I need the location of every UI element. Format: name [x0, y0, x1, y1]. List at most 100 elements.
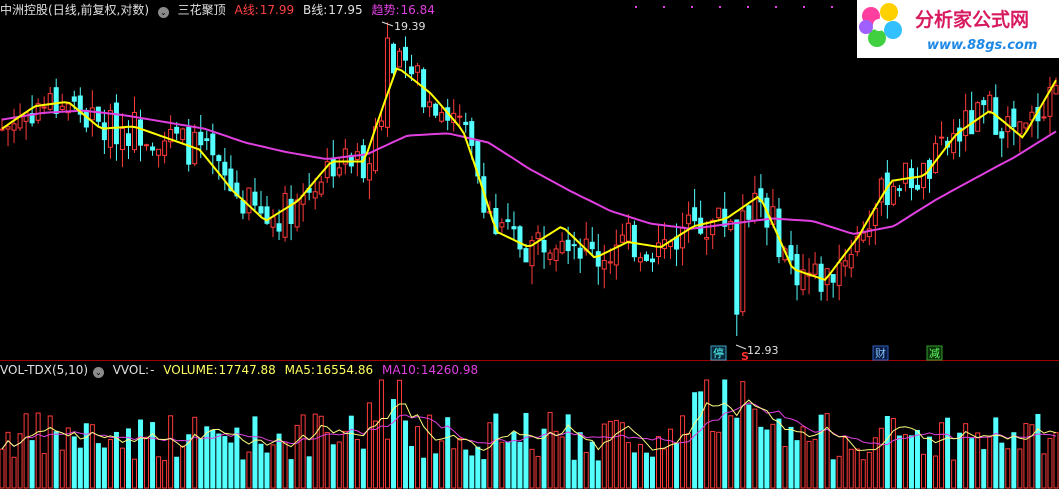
candle-body: [119, 127, 125, 151]
volume-bar: [583, 451, 589, 489]
volume-bar: [692, 392, 698, 489]
candle-body: [547, 252, 553, 260]
volume-bar: [607, 420, 613, 489]
volume-bar: [782, 446, 788, 489]
a-line: [1, 67, 1057, 281]
volume-bar: [800, 426, 806, 489]
volume-bar: [41, 453, 47, 489]
marker-dot: [719, 6, 721, 8]
volume-bar: [282, 441, 288, 489]
volume-bar: [156, 456, 162, 489]
volume-bar: [836, 455, 842, 489]
candle-body: [427, 101, 433, 108]
volume-bar: [433, 453, 439, 489]
volume-bar: [842, 436, 848, 489]
volume-bar: [228, 442, 234, 489]
candle-body: [625, 222, 631, 242]
candle-body: [294, 199, 300, 228]
candle-body: [577, 247, 583, 259]
candle-body: [198, 131, 204, 146]
volume-bar: [878, 427, 884, 489]
candle-body: [517, 226, 523, 250]
volume-bar: [276, 433, 282, 489]
volume-bar: [192, 416, 198, 489]
candle-body: [842, 260, 848, 267]
volume-bar: [77, 447, 83, 489]
volume-bar: [427, 414, 433, 489]
candle-body: [258, 206, 264, 214]
volume-bar: [234, 427, 240, 489]
volume-bar: [59, 449, 65, 489]
volume-bar: [625, 442, 631, 489]
volume-bar: [710, 430, 716, 489]
volume-bar: [920, 453, 926, 489]
candle-body: [788, 245, 794, 261]
candle-body: [704, 236, 710, 240]
volume-bar: [439, 440, 445, 489]
candle-body: [890, 185, 896, 205]
volume-bar: [451, 448, 457, 489]
volume-bar: [981, 449, 987, 489]
volume-bar: [409, 445, 415, 489]
volume-bar: [993, 417, 999, 489]
candle-body: [830, 274, 836, 283]
candle-body: [692, 207, 698, 222]
tag-halt-text: 停: [713, 346, 724, 360]
volume-bar: [463, 449, 469, 489]
candle-body: [222, 161, 228, 176]
volume-bar: [571, 459, 577, 489]
volume-bar: [174, 456, 180, 489]
volume-bar: [397, 379, 403, 489]
candle-body: [655, 242, 661, 258]
volume-bar: [945, 417, 951, 489]
volume-bar: [240, 459, 246, 489]
candle-body: [505, 219, 511, 223]
candle-body: [162, 140, 168, 156]
volume-bar: [354, 439, 360, 489]
candle-body: [649, 258, 655, 263]
volume-bar: [601, 423, 607, 489]
volume-bar: [848, 448, 854, 489]
candle-body: [246, 187, 252, 214]
volume-bar: [854, 448, 860, 489]
volume-bar: [957, 432, 963, 489]
volume-bar: [589, 441, 595, 489]
volume-bar: [649, 456, 655, 489]
volume-bar: [975, 432, 981, 489]
chart-window: 中洲控股(日线,前复权,对数) ⌄ 三花聚顶 A线:17.99 B线:17.95…: [0, 0, 1059, 489]
candle-body: [680, 226, 686, 249]
volume-bar: [252, 416, 258, 489]
candle-body: [589, 241, 595, 250]
volume-bar: [270, 444, 276, 489]
volume-bar: [264, 452, 270, 489]
candle-body: [0, 128, 5, 131]
volume-bar: [168, 415, 174, 489]
volume-bar: [680, 415, 686, 489]
volume-bar: [824, 413, 830, 489]
candle-body: [523, 248, 529, 263]
volume-bar: [908, 435, 914, 489]
candle-body: [981, 100, 987, 106]
candle-body: [439, 112, 445, 122]
volume-bar: [258, 443, 264, 489]
volume-bar: [1053, 432, 1059, 489]
candle-body: [41, 106, 47, 109]
volume-bar: [65, 427, 71, 489]
volume-bar: [306, 456, 312, 489]
volume-bar: [294, 424, 300, 489]
volume-bar: [914, 429, 920, 489]
volume-bar: [890, 418, 896, 489]
candle-body: [457, 115, 463, 118]
volume-bar: [372, 420, 378, 489]
volume-bar: [999, 442, 1005, 489]
candle-body: [511, 226, 517, 230]
volume-bar: [23, 413, 29, 489]
candle-body: [174, 126, 180, 134]
volume-bar: [119, 447, 125, 489]
volume-bar: [722, 379, 728, 489]
volume-bar: [288, 459, 294, 489]
candle-body: [378, 120, 384, 127]
candle-body: [1053, 85, 1059, 95]
volume-bar: [95, 443, 101, 489]
low-marker-label: 12.93: [747, 344, 779, 357]
